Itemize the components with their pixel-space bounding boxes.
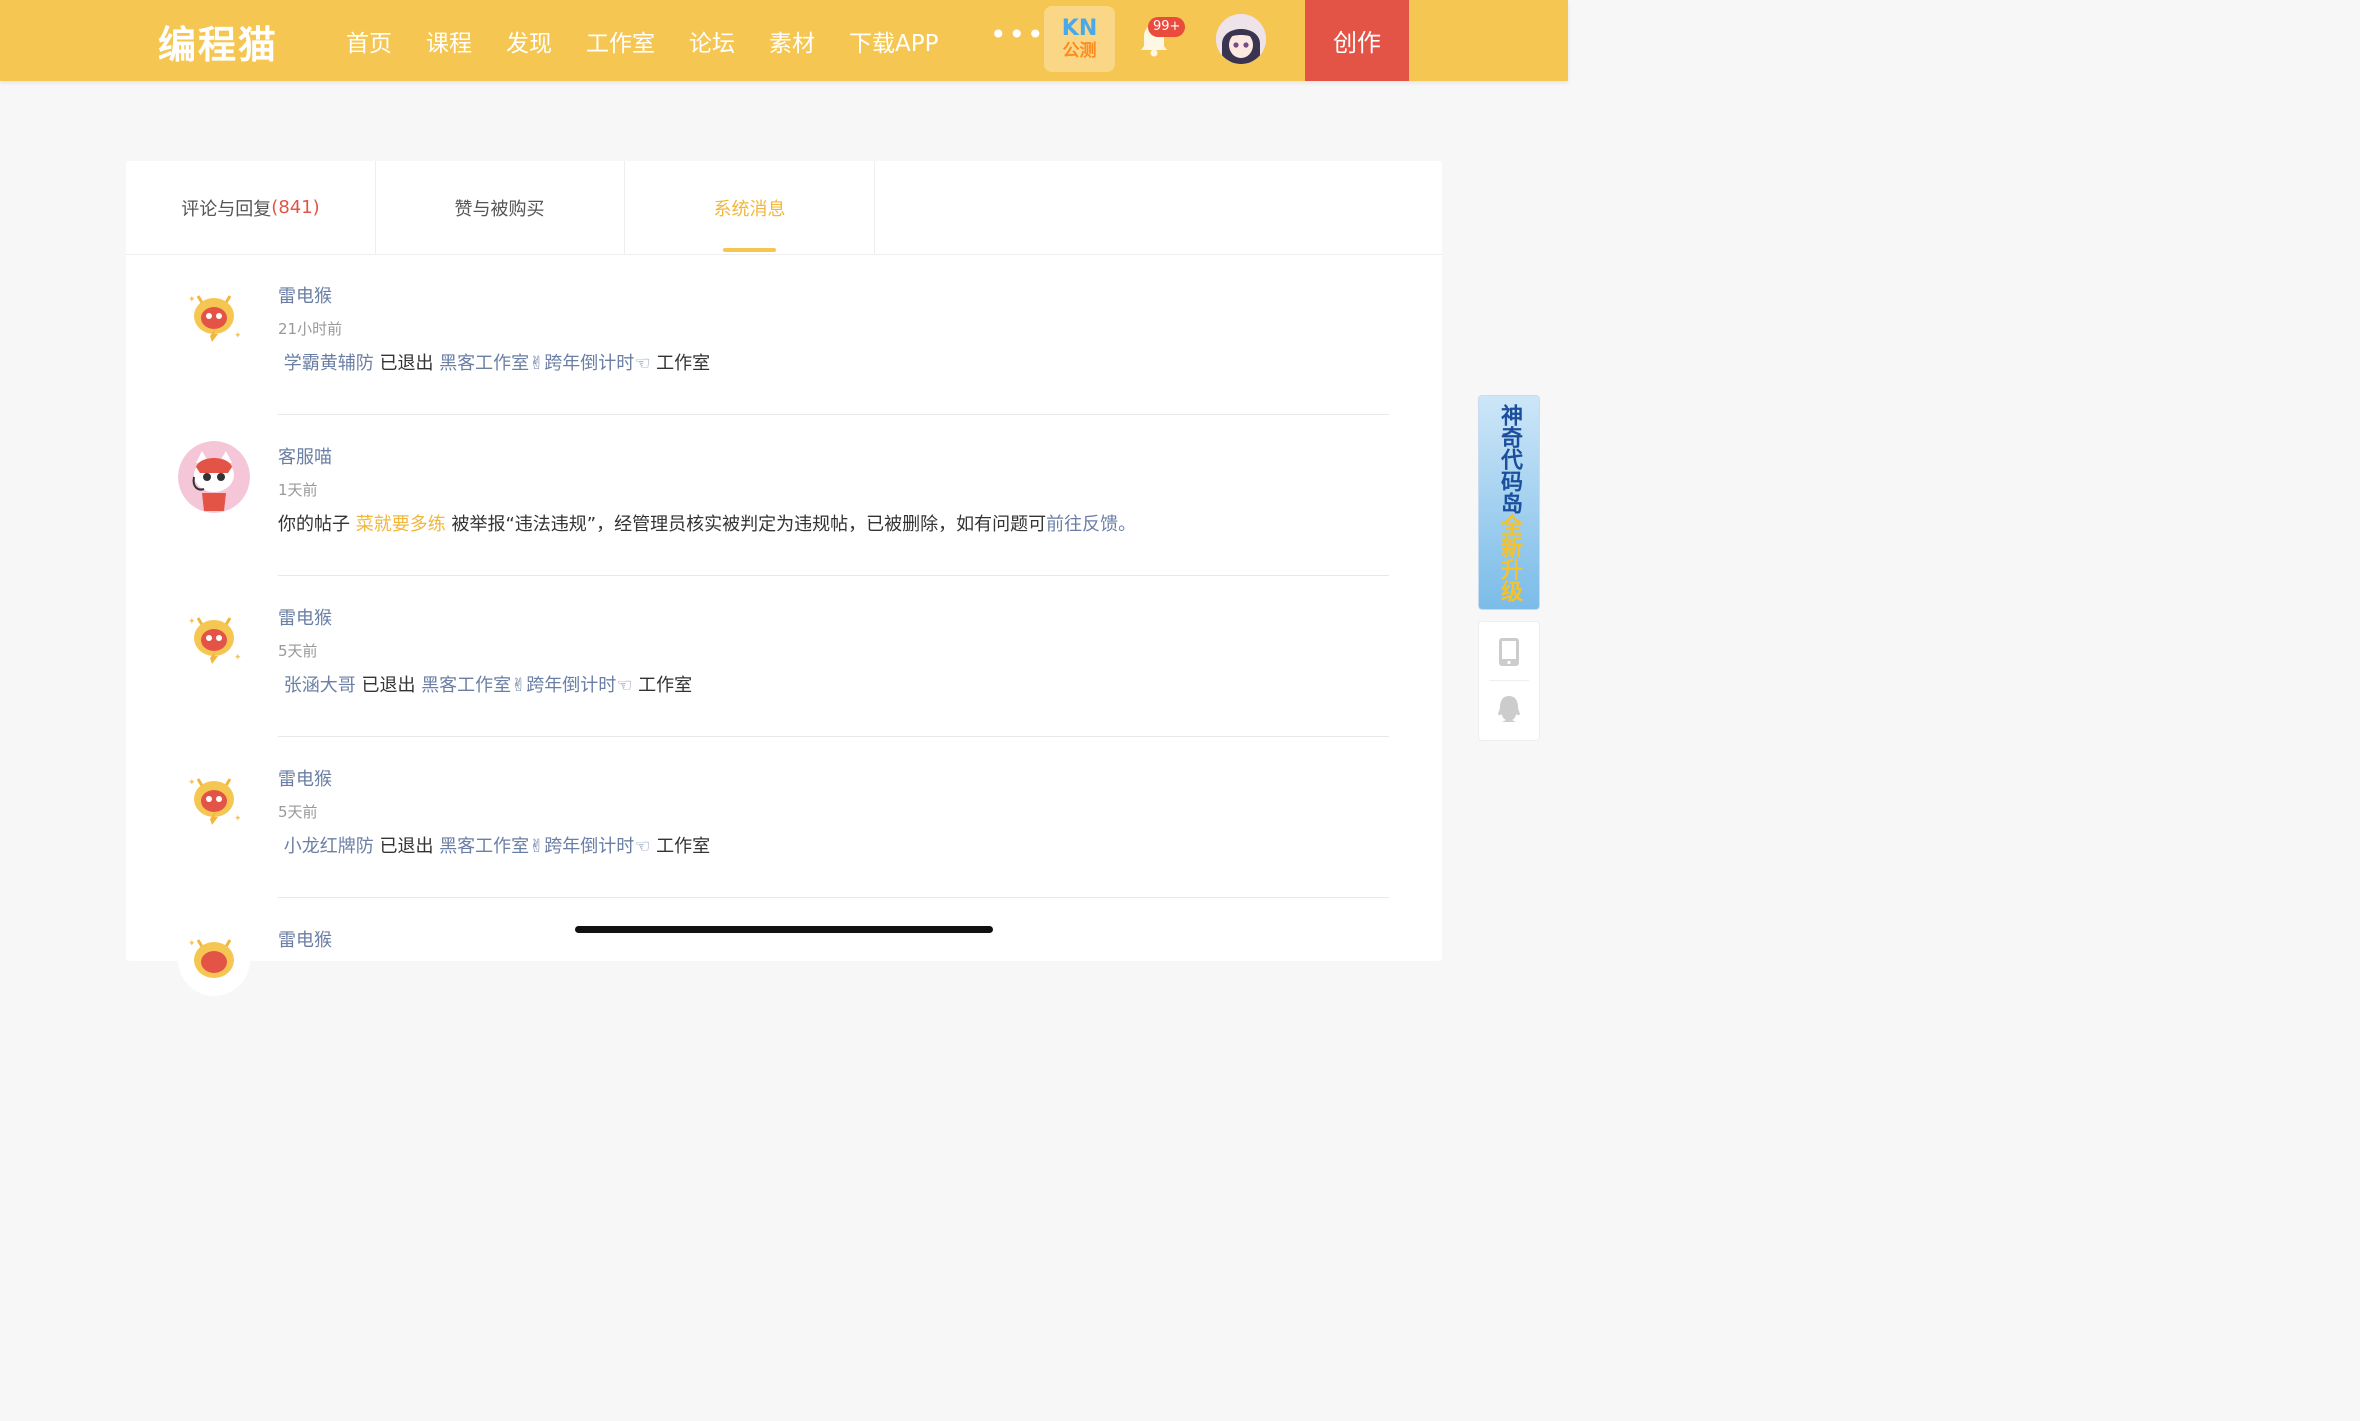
message-time: 5天前 — [278, 803, 318, 821]
tab-likes-label: 赞与被购买 — [454, 198, 545, 220]
divider — [1489, 680, 1529, 681]
message-body: 你的帖子 菜就要多练 被举报“违法违规”，经管理员核实被判定为违规帖，已被删除，… — [278, 510, 1136, 536]
nav-home[interactable]: 首页 — [346, 24, 392, 58]
svg-text:✦: ✦ — [234, 653, 242, 663]
suffix-text: 工作室 — [632, 675, 693, 696]
user-avatar-image — [1216, 14, 1266, 64]
message-tabs: 评论与回复 (841) 赞与被购买 系统消息 — [126, 161, 1442, 255]
home-indicator — [575, 926, 993, 933]
sender-name[interactable]: 雷电猴 — [278, 604, 332, 630]
sender-name[interactable]: 客服喵 — [278, 443, 332, 469]
more-menu-icon[interactable]: ••• — [990, 18, 1046, 51]
sender-name[interactable]: 雷电猴 — [278, 926, 332, 952]
list-item: ✦ 雷电猴 — [178, 898, 1389, 1059]
message-time: 5天前 — [278, 642, 318, 660]
main-nav: 首页 课程 发现 工作室 论坛 素材 下载APP — [346, 0, 972, 81]
thunder-monkey-avatar[interactable]: ✦ ✦ — [178, 763, 250, 835]
action-text: 已退出 — [373, 836, 440, 857]
messages-card: 评论与回复 (841) 赞与被购买 系统消息 ✦ ✦ 雷电猴 21小时前 学霸黄辅… — [126, 161, 1442, 996]
user-avatar[interactable] — [1216, 14, 1266, 64]
end-text: 。 — [1118, 514, 1137, 535]
message-body: 学霸黄辅防 已退出 黑客工作室✌跨年倒计时☜ 工作室 — [278, 349, 710, 375]
thunder-monkey-avatar[interactable]: ✦ ✦ — [178, 280, 250, 352]
qq-icon[interactable] — [1496, 694, 1522, 724]
svg-text:✦: ✦ — [234, 814, 242, 824]
nav-courses[interactable]: 课程 — [426, 24, 472, 58]
sender-name[interactable]: 雷电猴 — [278, 765, 332, 791]
support-cat-avatar[interactable] — [178, 441, 250, 513]
svg-text:✦: ✦ — [234, 331, 242, 341]
prefix-text: 你的帖子 — [278, 514, 356, 535]
suffix-text: 工作室 — [650, 836, 711, 857]
tab-comments-label: 评论与回复 — [181, 198, 272, 220]
thunder-monkey-avatar[interactable]: ✦ ✦ — [178, 602, 250, 674]
kn-beta-button[interactable]: KN 公测 — [1044, 6, 1115, 72]
side-toolbar — [1478, 621, 1540, 741]
feedback-link[interactable]: 前往反馈 — [1046, 514, 1118, 535]
comments-count: (841) — [271, 197, 320, 218]
list-item: 客服喵 1天前 你的帖子 菜就要多练 被举报“违法违规”，经管理员核实被判定为违… — [178, 415, 1389, 576]
post-link[interactable]: 菜就要多练 — [356, 514, 446, 535]
suffix-text: 工作室 — [650, 353, 711, 374]
tab-likes-purchases[interactable]: 赞与被购买 — [375, 161, 625, 254]
kn-label: KN — [1061, 16, 1098, 41]
code-island-promo-banner[interactable]: 神奇代码岛全新升级 — [1478, 395, 1540, 610]
nav-discover[interactable]: 发现 — [506, 24, 552, 58]
nav-download-app[interactable]: 下载APP — [849, 24, 938, 58]
tab-system-label: 系统消息 — [713, 198, 786, 220]
nav-studio[interactable]: 工作室 — [586, 24, 655, 58]
action-text: 已退出 — [355, 675, 422, 696]
list-item: ✦ ✦ 雷电猴 21小时前 学霸黄辅防 已退出 黑客工作室✌跨年倒计时☜ 工作室 — [178, 254, 1389, 415]
kn-beta-label: 公测 — [1062, 41, 1097, 61]
message-time: 21小时前 — [278, 320, 343, 338]
list-item: ✦ ✦ 雷电猴 5天前 张涵大哥 已退出 黑客工作室✌跨年倒计时☜ 工作室 — [178, 576, 1389, 737]
user-link[interactable]: 张涵大哥 — [284, 675, 356, 696]
studio-link[interactable]: 黑客工作室✌跨年倒计时☜ — [421, 675, 632, 696]
nav-forum[interactable]: 论坛 — [689, 24, 735, 58]
middle-text: 被举报“违法违规”，经管理员核实被判定为违规帖，已被删除，如有问题可 — [445, 514, 1047, 535]
site-logo[interactable]: 编程猫 — [158, 14, 278, 69]
tab-system-messages[interactable]: 系统消息 — [625, 161, 875, 254]
message-body: 小龙红牌防 已退出 黑客工作室✌跨年倒计时☜ 工作室 — [278, 832, 710, 858]
list-item: ✦ ✦ 雷电猴 5天前 小龙红牌防 已退出 黑客工作室✌跨年倒计时☜ 工作室 — [178, 737, 1389, 898]
nav-materials[interactable]: 素材 — [769, 24, 815, 58]
message-body: 张涵大哥 已退出 黑客工作室✌跨年倒计时☜ 工作室 — [278, 671, 692, 697]
action-text: 已退出 — [373, 353, 440, 374]
top-navbar: 编程猫 首页 课程 发现 工作室 论坛 素材 下载APP ••• KN 公测 9… — [0, 0, 1568, 81]
studio-link[interactable]: 黑客工作室✌跨年倒计时☜ — [439, 836, 650, 857]
svg-text:✦: ✦ — [188, 295, 196, 305]
promo-highlight-text: 全新升级 — [1497, 513, 1522, 602]
svg-text:✦: ✦ — [188, 617, 196, 627]
user-link[interactable]: 小龙红牌防 — [284, 836, 374, 857]
studio-link[interactable]: 黑客工作室✌跨年倒计时☜ — [439, 353, 650, 374]
promo-main-text: 神奇代码岛 — [1497, 403, 1522, 514]
tablet-icon[interactable] — [1498, 637, 1520, 667]
user-link[interactable]: 学霸黄辅防 — [284, 353, 374, 374]
notification-badge: 99+ — [1148, 17, 1186, 37]
thunder-monkey-avatar[interactable]: ✦ — [178, 924, 250, 996]
create-button[interactable]: 创作 — [1305, 0, 1409, 81]
svg-text:✦: ✦ — [188, 778, 196, 788]
message-time: 1天前 — [278, 481, 318, 499]
promo-text: 神奇代码岛全新升级 — [1493, 404, 1525, 602]
tab-comments-replies[interactable]: 评论与回复 (841) — [126, 161, 376, 254]
sender-name[interactable]: 雷电猴 — [278, 282, 332, 308]
svg-text:✦: ✦ — [188, 939, 196, 949]
active-tab-indicator — [723, 248, 776, 252]
